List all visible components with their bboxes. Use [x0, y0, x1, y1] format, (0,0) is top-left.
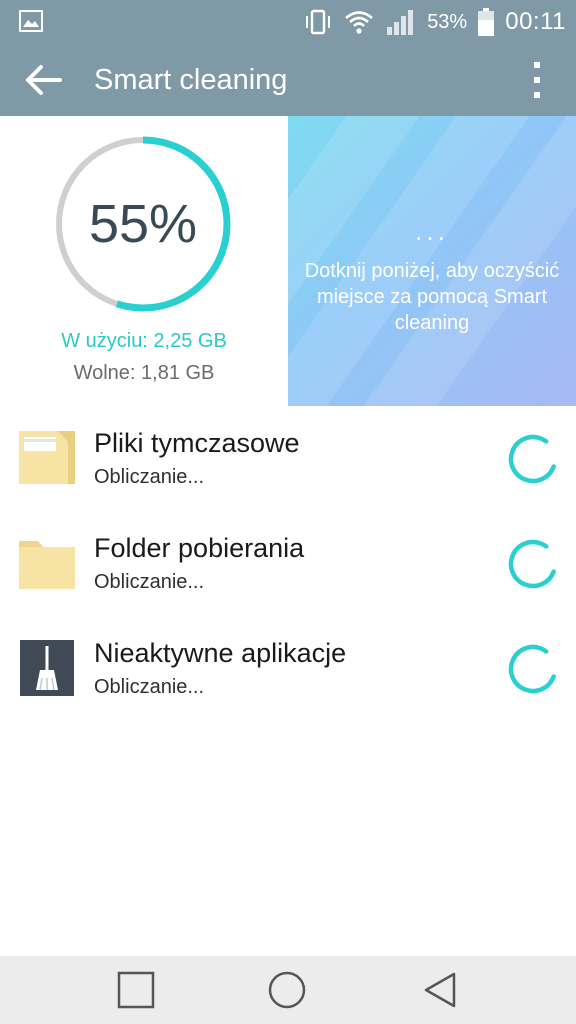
loading-spinner-icon: [508, 539, 558, 589]
free-storage-label: Wolne: 1,81 GB: [73, 362, 215, 384]
battery-icon: [478, 8, 495, 36]
arrow-back-icon[interactable]: [22, 60, 66, 100]
page-title: Smart cleaning: [94, 63, 288, 96]
promo-text: Dotknij poniżej, aby oczyścić miejsce za…: [304, 260, 560, 334]
list-item-title: Folder pobierania: [94, 533, 305, 563]
cleaning-list: Pliki tymczasowe Obliczanie... Folder po…: [0, 406, 576, 721]
temp-files-folder-icon: [19, 431, 75, 484]
vibrate-icon: [306, 9, 331, 35]
promo-dots: ...: [415, 216, 449, 246]
list-item-temp-files[interactable]: Pliki tymczasowe Obliczanie...: [0, 406, 576, 511]
home-circle-icon[interactable]: [267, 970, 307, 1010]
list-item-downloads[interactable]: Folder pobierania Obliczanie...: [0, 511, 576, 616]
list-item-status: Obliczanie...: [94, 571, 205, 593]
list-item-status: Obliczanie...: [94, 676, 205, 698]
list-item-inactive-apps[interactable]: Nieaktywne aplikacje Obliczanie...: [0, 616, 576, 721]
more-vert-icon[interactable]: [520, 58, 554, 102]
wifi-icon: [345, 11, 374, 34]
back-triangle-icon[interactable]: [420, 970, 460, 1010]
signal-icon: [387, 10, 414, 35]
navigation-bar: [0, 956, 576, 1024]
smart-cleaning-prompt[interactable]: ... Dotknij poniżej, aby oczyścić miejsc…: [288, 116, 576, 406]
downloads-folder-icon: [19, 541, 75, 589]
status-bar: 53% 00:11: [0, 0, 576, 44]
loading-spinner-icon: [508, 434, 558, 484]
recents-square-icon[interactable]: [116, 970, 156, 1010]
list-item-title: Nieaktywne aplikacje: [94, 638, 347, 668]
storage-summary: 55% W użyciu: 2,25 GB Wolne: 1,81 GB: [0, 116, 288, 406]
broom-icon: [20, 640, 74, 696]
used-storage-label: W użyciu: 2,25 GB: [61, 330, 227, 352]
app-bar: Smart cleaning: [0, 44, 576, 116]
battery-percent: 53%: [427, 10, 468, 33]
image-icon: [19, 10, 43, 32]
list-item-title: Pliki tymczasowe: [94, 428, 300, 458]
storage-percent: 55%: [88, 194, 198, 254]
clock: 00:11: [505, 8, 566, 35]
loading-spinner-icon: [508, 644, 558, 694]
list-item-status: Obliczanie...: [94, 466, 205, 488]
